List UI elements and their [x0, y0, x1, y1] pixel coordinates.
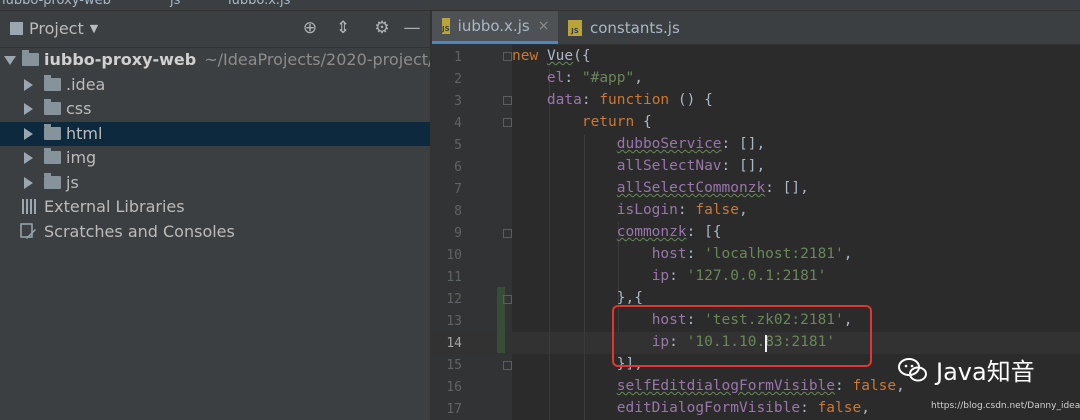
- credit-url: https://blog.csdn.net/Danny_idea: [931, 401, 1080, 411]
- line-number[interactable]: 11: [432, 270, 462, 285]
- line-number[interactable]: 2: [432, 72, 462, 87]
- editor-tab-bar: JS iubbo.x.js × JS constants.js: [432, 11, 1080, 45]
- line-number[interactable]: 3: [432, 94, 462, 109]
- project-panel-header: Project ▼ ⊕ ⇕ ⚙ —: [0, 11, 430, 48]
- line-number[interactable]: 9: [432, 226, 462, 241]
- breadcrumb-folder[interactable]: js: [170, 0, 180, 8]
- line-number[interactable]: 4: [432, 116, 462, 131]
- scratches-icon: [20, 222, 36, 239]
- tab-label: iubbo.x.js: [457, 17, 530, 35]
- js-file-icon: JS: [442, 18, 450, 34]
- project-tree: iubbo-proxy-web ~/IdeaProjects/2020-proje…: [0, 48, 430, 244]
- close-icon[interactable]: ×: [538, 18, 550, 34]
- line-number[interactable]: 7: [432, 182, 462, 197]
- breadcrumb-project[interactable]: iubbo-proxy-web: [2, 0, 111, 8]
- highlight-box: [612, 305, 872, 367]
- tree-item-label: img: [66, 148, 97, 167]
- root-folder-name: iubbo-proxy-web: [44, 50, 197, 69]
- line-number[interactable]: 17: [432, 402, 462, 417]
- tree-item-external-libraries[interactable]: External Libraries: [0, 195, 430, 220]
- tree-item-idea[interactable]: .idea: [0, 73, 430, 98]
- fold-marker-icon[interactable]: [503, 118, 512, 127]
- folder-icon: [44, 99, 61, 115]
- line-number[interactable]: 16: [432, 380, 462, 395]
- code-line[interactable]: commonzk: [{: [512, 224, 722, 240]
- folder-icon: [44, 148, 61, 164]
- folder-icon: [44, 74, 61, 91]
- tab-label: constants.js: [590, 18, 680, 37]
- watermark-text: Java知音: [936, 358, 1035, 386]
- project-icon: [10, 22, 23, 35]
- tree-item-html[interactable]: html: [0, 121, 430, 146]
- tree-item-img[interactable]: img: [0, 146, 430, 171]
- fold-marker-icon[interactable]: [503, 295, 512, 304]
- line-number[interactable]: 6: [432, 160, 462, 175]
- line-number[interactable]: 5: [432, 138, 462, 153]
- project-view-selector[interactable]: Project ▼: [10, 19, 98, 38]
- editor-gutter[interactable]: 1 2 3 4 5 6 7 8 9 10 11 12 13 14 15 16 17: [432, 45, 512, 420]
- line-number[interactable]: 14: [432, 336, 462, 351]
- tree-item-css[interactable]: css: [0, 97, 430, 122]
- expand-arrow-icon[interactable]: [24, 176, 33, 189]
- project-panel: Project ▼ ⊕ ⇕ ⚙ — iubbo-proxy-web ~/IdeaP…: [0, 11, 430, 420]
- text-caret: [765, 335, 767, 352]
- code-line[interactable]: allSelectNav: [],: [512, 158, 765, 174]
- hide-panel-icon[interactable]: —: [402, 18, 422, 38]
- code-line[interactable]: ip: '127.0.0.1:2181': [512, 268, 827, 284]
- code-line[interactable]: data: function () {: [512, 92, 713, 108]
- tree-item-label: Scratches and Consoles: [44, 221, 235, 241]
- tree-item-label: js: [66, 172, 79, 192]
- code-line[interactable]: isLogin: false,: [512, 202, 748, 218]
- tree-item-label: .idea: [66, 74, 106, 94]
- wechat-icon: [898, 357, 927, 381]
- line-number[interactable]: 12: [432, 292, 462, 307]
- tab-iubbo-x-js[interactable]: JS iubbo.x.js ×: [432, 11, 558, 44]
- folder-icon: [44, 172, 61, 189]
- fold-marker-icon[interactable]: [503, 361, 512, 370]
- expand-arrow-icon[interactable]: [4, 56, 16, 65]
- code-line[interactable]: selfEditdialogFormVisible: false,: [512, 378, 905, 394]
- locate-file-icon[interactable]: ⊕: [300, 18, 320, 38]
- watermark: Java知音: [898, 352, 1035, 387]
- breadcrumb-file[interactable]: iubbo.x.js: [228, 0, 290, 8]
- code-line[interactable]: new Vue({: [512, 48, 591, 64]
- chevron-down-icon: ▼: [89, 22, 99, 35]
- line-number[interactable]: 13: [432, 314, 462, 329]
- code-line[interactable]: host: 'localhost:2181',: [512, 246, 853, 262]
- library-icon: [22, 199, 38, 214]
- tab-constants-js[interactable]: JS constants.js: [558, 11, 708, 44]
- project-panel-title: Project: [29, 19, 84, 38]
- tree-item-scratches[interactable]: Scratches and Consoles: [0, 220, 430, 245]
- module-folder-icon: [22, 50, 39, 66]
- folder-icon: [44, 123, 61, 140]
- expand-arrow-icon[interactable]: [24, 103, 33, 115]
- tree-item-label: External Libraries: [44, 197, 185, 216]
- tree-item-label: css: [66, 99, 92, 118]
- gear-icon[interactable]: ⚙: [372, 18, 392, 38]
- code-line[interactable]: editDialogFormVisible: false,: [512, 400, 870, 416]
- line-number[interactable]: 15: [432, 358, 462, 373]
- expand-arrow-icon[interactable]: [24, 78, 33, 91]
- code-line[interactable]: allSelectCommonzk: [],: [512, 180, 809, 196]
- expand-arrow-icon[interactable]: [24, 127, 33, 140]
- line-number[interactable]: 10: [432, 248, 462, 263]
- line-number[interactable]: 8: [432, 204, 462, 219]
- fold-marker-icon[interactable]: [503, 229, 512, 238]
- root-folder-path: ~/IdeaProjects/2020-project/g: [204, 50, 430, 69]
- code-line[interactable]: el: "#app",: [512, 70, 643, 86]
- fold-marker-icon[interactable]: [503, 96, 512, 105]
- expand-arrow-icon[interactable]: [24, 152, 33, 164]
- code-line[interactable]: dubboService: [],: [512, 136, 765, 152]
- fold-marker-icon[interactable]: [503, 52, 512, 61]
- tree-item-root[interactable]: iubbo-proxy-web ~/IdeaProjects/2020-proje…: [0, 48, 430, 73]
- code-line[interactable]: },{: [512, 290, 643, 306]
- tree-item-js[interactable]: js: [0, 171, 430, 196]
- line-number[interactable]: 1: [432, 50, 462, 65]
- tree-item-label: html: [66, 123, 103, 143]
- navigation-bar: iubbo-proxy-web js iubbo.x.js: [0, 0, 1080, 11]
- code-line[interactable]: return {: [512, 114, 652, 130]
- js-file-icon: JS: [568, 19, 582, 36]
- collapse-all-icon[interactable]: ⇕: [333, 18, 353, 38]
